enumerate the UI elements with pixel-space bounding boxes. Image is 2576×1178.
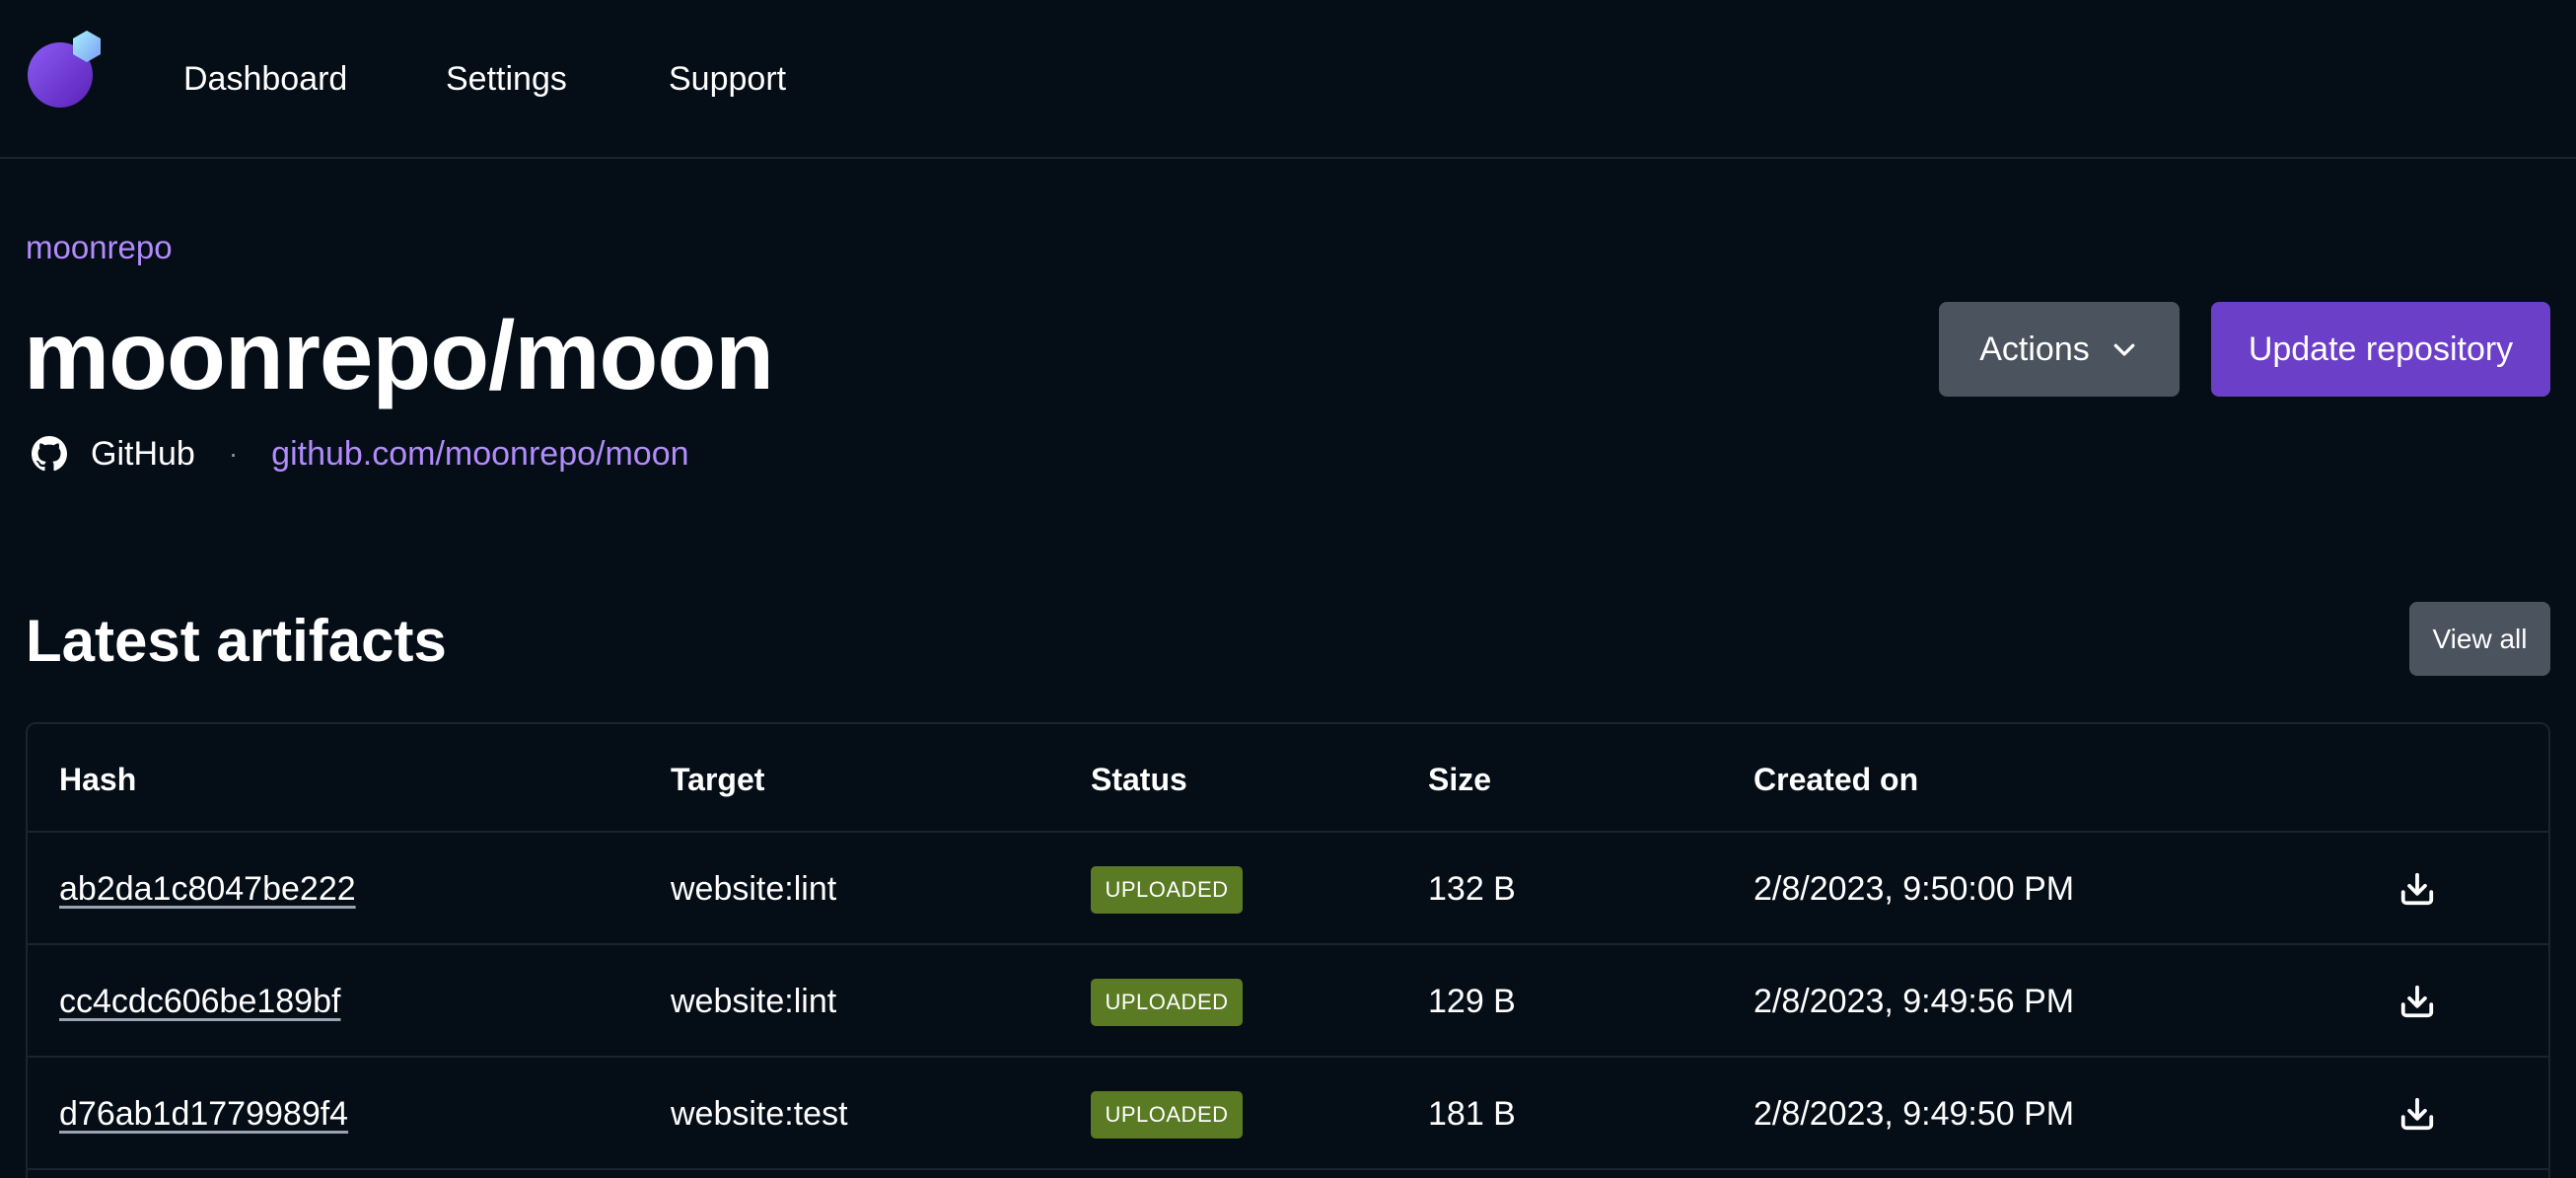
actions-label: Actions <box>1979 330 2090 368</box>
artifact-created: 2/8/2023, 9:50:00 PM <box>1753 870 2075 908</box>
table-row: ab2da1c8047be222 website:lint UPLOADED 1… <box>28 833 2548 945</box>
table-row: d76ab1d1779989f4 website:test UPLOADED 1… <box>28 1058 2548 1170</box>
github-icon <box>32 436 67 472</box>
artifact-size: 181 B <box>1428 1095 1516 1133</box>
provider-row: GitHub · github.com/moonrepo/moon <box>32 430 689 478</box>
provider-name: GitHub <box>91 434 195 473</box>
top-nav: Dashboard Settings Support <box>0 0 2576 159</box>
update-repository-button[interactable]: Update repository <box>2211 302 2550 397</box>
artifact-hash-link[interactable]: ab2da1c8047be222 <box>59 868 356 910</box>
table-row: cc4cdc606be189bf website:lint UPLOADED 1… <box>28 945 2548 1058</box>
artifact-size: 129 B <box>1428 983 1516 1020</box>
app: Dashboard Settings Support moonrepo moon… <box>0 0 2576 1178</box>
column-header-hash: Hash <box>59 762 137 797</box>
status-badge: UPLOADED <box>1091 866 1243 914</box>
separator-dot: · <box>228 438 239 469</box>
status-badge: UPLOADED <box>1091 1091 1243 1139</box>
latest-artifacts-heading: Latest artifacts <box>26 608 447 674</box>
chevron-down-icon <box>2113 343 2135 356</box>
nav-settings[interactable]: Settings <box>446 57 567 101</box>
column-header-target: Target <box>671 762 765 797</box>
column-header-created: Created on <box>1753 762 1919 797</box>
artifact-target: website:test <box>671 1095 848 1133</box>
moon-logo-icon[interactable] <box>26 31 105 110</box>
repo-title: moonrepo/moon <box>24 301 774 409</box>
nav-dashboard[interactable]: Dashboard <box>183 57 347 101</box>
column-header-size: Size <box>1428 762 1492 797</box>
artifact-target: website:lint <box>671 870 837 908</box>
artifacts-table: Hash Target Status Size Created on ab2da… <box>26 722 2550 1178</box>
actions-dropdown-button[interactable]: Actions <box>1939 302 2180 397</box>
table-header: Hash Target Status Size Created on <box>28 724 2548 833</box>
artifact-target: website:lint <box>671 983 837 1020</box>
repo-url-link[interactable]: github.com/moonrepo/moon <box>271 435 688 474</box>
artifact-hash-link[interactable]: cc4cdc606be189bf <box>59 981 340 1022</box>
nav-support[interactable]: Support <box>669 57 786 101</box>
artifact-size: 132 B <box>1428 870 1516 908</box>
download-icon[interactable] <box>2398 870 2436 908</box>
org-breadcrumb-link[interactable]: moonrepo <box>26 227 173 268</box>
download-icon[interactable] <box>2398 983 2436 1020</box>
artifact-hash-link[interactable]: d76ab1d1779989f4 <box>59 1093 348 1135</box>
view-all-button[interactable]: View all <box>2409 602 2550 676</box>
download-icon[interactable] <box>2398 1095 2436 1133</box>
status-badge: UPLOADED <box>1091 979 1243 1026</box>
artifact-created: 2/8/2023, 9:49:50 PM <box>1753 1095 2075 1133</box>
artifact-created: 2/8/2023, 9:49:56 PM <box>1753 983 2075 1020</box>
column-header-status: Status <box>1091 762 1187 797</box>
